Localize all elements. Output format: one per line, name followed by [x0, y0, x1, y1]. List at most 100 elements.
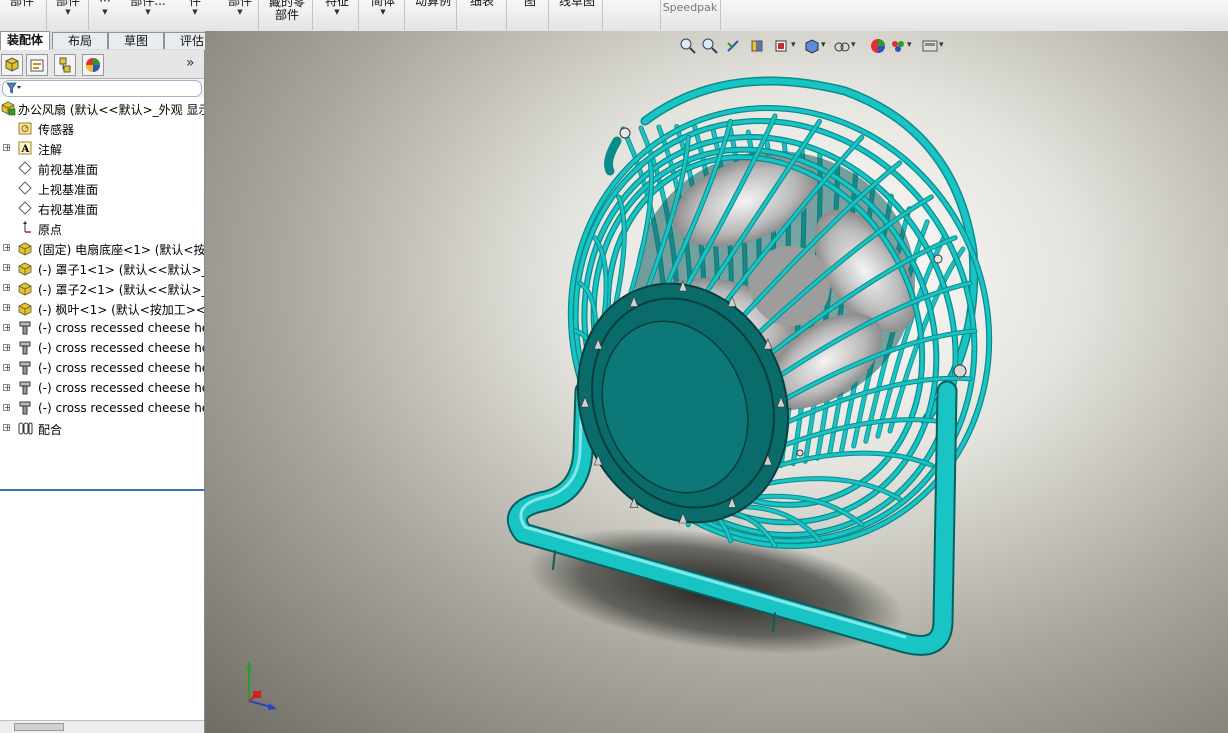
dropdown-arrow-icon: ▼	[380, 8, 386, 16]
expand-icon[interactable]: +	[3, 144, 11, 152]
display-manager-icon	[86, 58, 100, 72]
ribbon-button[interactable]: 件 ▼	[175, 0, 215, 26]
property-manager-tab[interactable]	[26, 54, 48, 76]
tree-node[interactable]: 传感器	[0, 118, 204, 138]
tree-node[interactable]: + (-) cross recessed cheese head	[0, 378, 204, 398]
ribbon-button-label: 细表	[469, 0, 494, 8]
tree-node-label: (固定) 电扇底座<1> (默认<按加工	[38, 243, 204, 257]
tree-node-label: 传感器	[38, 123, 75, 137]
ribbon-button[interactable]: Speedpak	[662, 1, 718, 31]
command-tab[interactable]: 草图	[108, 32, 164, 49]
ribbon-button-label: 藏的零 部件	[268, 0, 305, 22]
command-tab[interactable]: 布局	[52, 32, 108, 49]
ribbon-separator	[404, 0, 405, 30]
screw-icon	[17, 320, 33, 336]
graphics-area[interactable]: ▾ ▾ ▾ ▾ ▾	[205, 31, 1228, 733]
display-manager-tab[interactable]	[82, 54, 104, 76]
tree-node-label: 前视基准面	[38, 163, 99, 177]
tree-node-label: 配合	[38, 423, 63, 437]
command-tab[interactable]: 装配体	[0, 31, 50, 50]
ribbon-button-label: ···	[99, 0, 111, 8]
expand-icon[interactable]: +	[3, 304, 11, 312]
filter-input[interactable]	[2, 80, 202, 97]
expand-icon[interactable]: +	[3, 244, 11, 252]
tree-node-label: (-) cross recessed cheese head	[38, 401, 204, 415]
expand-icon[interactable]: +	[3, 404, 11, 412]
tree-node[interactable]: 原点	[0, 218, 204, 238]
configuration-icon	[59, 57, 71, 73]
configuration-manager-tab[interactable]	[54, 54, 76, 76]
screw-icon	[17, 340, 33, 356]
ribbon-button[interactable]: 线草图	[552, 0, 602, 26]
tree-node[interactable]: + (-) cross recessed cheese head	[0, 358, 204, 378]
dropdown-arrow-icon: ▼	[237, 8, 243, 16]
ribbon-button[interactable]: 图	[512, 0, 548, 26]
tree-node[interactable]: + (-) cross recessed cheese head	[0, 338, 204, 358]
dropdown-arrow-icon: ▼	[145, 8, 151, 16]
ribbon-button[interactable]: 部件 ▼	[50, 0, 86, 26]
command-manager-ribbon: 部件 部件 ▼ ··· ▼ 部件... ▼ 件 ▼ 部件 ▼ 藏的零 部件 特征 ▼ 简体 ▼ 动算例 细表图线草…	[0, 0, 1228, 32]
ribbon-separator	[548, 0, 549, 30]
ribbon-separator	[602, 0, 603, 30]
tree-node[interactable]: 右视基准面	[0, 198, 204, 218]
expand-icon[interactable]: +	[3, 364, 11, 372]
expand-icon[interactable]: +	[3, 424, 11, 432]
tree-node[interactable]: + A 注解	[0, 138, 204, 158]
ribbon-button[interactable]: 细表	[460, 0, 504, 26]
ribbon-button[interactable]: 部件	[0, 0, 44, 26]
plane-icon	[17, 160, 33, 176]
scrollbar-thumb[interactable]	[14, 723, 64, 731]
ribbon-button-label: 特征	[324, 0, 349, 8]
tree-node[interactable]: 上视基准面	[0, 178, 204, 198]
part-icon	[17, 260, 33, 276]
tree-node[interactable]: + (固定) 电扇底座<1> (默认<按加工	[0, 238, 204, 258]
ribbon-button[interactable]: 特征 ▼	[316, 0, 358, 26]
ribbon-button[interactable]: 简体 ▼	[362, 0, 404, 26]
expand-icon[interactable]: +	[3, 264, 11, 272]
tree-node[interactable]: + (-) 枫叶<1> (默认<按加工><<默	[0, 298, 204, 318]
ribbon-button-label: Speedpak	[662, 1, 718, 14]
origin-icon	[17, 220, 33, 236]
ribbon-separator	[258, 0, 259, 30]
expand-icon[interactable]: +	[3, 384, 11, 392]
part-icon	[17, 280, 33, 296]
screw-icon	[17, 400, 33, 416]
tree-rollback-bar[interactable]	[0, 489, 204, 491]
fan-model[interactable]	[205, 31, 1228, 733]
tree-node-label: (-) cross recessed cheese head	[38, 381, 204, 395]
tree-node[interactable]: 前视基准面	[0, 158, 204, 178]
tree-node-label: (-) 罩子1<1> (默认<<默认>_显示	[38, 263, 204, 277]
tree-node[interactable]: + (-) 罩子2<1> (默认<<默认>_显示	[0, 278, 204, 298]
ribbon-separator	[46, 0, 47, 30]
panel-collapse-button[interactable]: »	[186, 55, 195, 71]
tree-node-label: (-) cross recessed cheese head	[38, 361, 204, 375]
tree-node[interactable]: + (-) cross recessed cheese head	[0, 398, 204, 418]
ribbon-separator	[358, 0, 359, 30]
ribbon-button[interactable]: 部件... ▼	[125, 0, 171, 26]
tree-node[interactable]: + 配合	[0, 418, 204, 438]
tree-node-label: 右视基准面	[38, 203, 99, 217]
expand-icon[interactable]: +	[3, 324, 11, 332]
filter-bar	[0, 79, 204, 97]
ribbon-separator	[720, 0, 721, 30]
tree-node[interactable]: 办公风扇 (默认<<默认>_外观 显示	[0, 98, 204, 118]
screw-icon	[17, 360, 33, 376]
coordinate-triad	[246, 661, 277, 710]
part-icon	[17, 300, 33, 316]
screw-icon	[17, 380, 33, 396]
ribbon-button-label: 部件	[9, 0, 34, 8]
ribbon-button[interactable]: 动算例	[408, 0, 458, 26]
ribbon-separator	[660, 0, 661, 30]
dropdown-arrow-icon: ▼	[102, 8, 108, 16]
horizontal-scrollbar[interactable]	[0, 720, 204, 733]
ribbon-button[interactable]: 部件 ▼	[222, 0, 258, 26]
feature-manager-tab[interactable]	[1, 54, 23, 76]
plane-icon	[17, 180, 33, 196]
tree-node[interactable]: + (-) cross recessed cheese head	[0, 318, 204, 338]
annotation-icon: A	[17, 140, 33, 156]
expand-icon[interactable]: +	[3, 344, 11, 352]
ribbon-button[interactable]: ··· ▼	[92, 0, 118, 26]
expand-icon[interactable]: +	[3, 284, 11, 292]
tree-node[interactable]: + (-) 罩子1<1> (默认<<默认>_显示	[0, 258, 204, 278]
ribbon-button[interactable]: 藏的零 部件	[262, 0, 312, 27]
